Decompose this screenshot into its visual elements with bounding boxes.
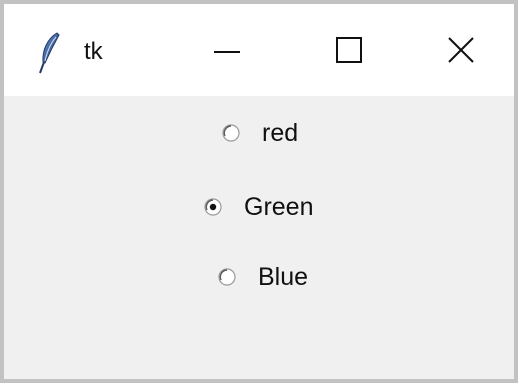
close-icon	[448, 37, 474, 63]
radio-red[interactable]: red	[222, 118, 298, 148]
radio-blue-label[interactable]: Blue	[258, 262, 308, 292]
close-button[interactable]	[406, 4, 516, 96]
radio-green-label[interactable]: Green	[244, 192, 313, 222]
window-title: tk	[84, 38, 103, 65]
radio-green[interactable]: Green	[204, 192, 313, 222]
tk-feather-icon	[39, 32, 60, 74]
radio-checked-icon[interactable]	[204, 198, 222, 216]
maximize-button[interactable]	[294, 4, 404, 96]
radio-unchecked-icon[interactable]	[218, 268, 236, 286]
title-bar[interactable]: tk	[4, 4, 514, 96]
maximize-icon	[336, 37, 362, 63]
minimize-icon	[214, 51, 240, 53]
client-area: red Green Blue	[4, 96, 514, 379]
radio-blue[interactable]: Blue	[218, 262, 308, 292]
radio-unchecked-icon[interactable]	[222, 124, 240, 142]
app-window: tk red Green Blue	[0, 0, 518, 383]
minimize-button[interactable]	[172, 4, 282, 96]
radio-red-label[interactable]: red	[262, 118, 298, 148]
